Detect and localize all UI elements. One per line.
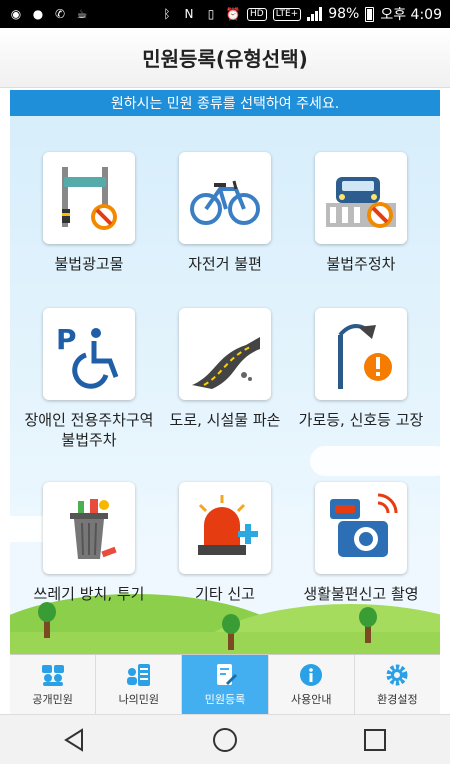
category-area: 불법광고물 자전거 불편 불법주정차 P 장애인 전용주차구역 불법주차 도로,… — [10, 116, 440, 654]
category-streetlight[interactable]: 가로등, 신호등 고장 — [294, 308, 428, 430]
vibrate-icon: ▯ — [207, 7, 215, 21]
tab-my-complaints[interactable]: 나의민원 — [96, 655, 183, 714]
category-trash[interactable]: 쓰레기 방치, 투기 — [22, 482, 156, 604]
tab-label: 나의민원 — [118, 692, 160, 706]
instruction-banner: 원하시는 민원 종류를 선택하여 주세요. — [10, 90, 440, 116]
public-complaint-icon — [41, 664, 64, 686]
category-label: 장애인 전용주차구역 불법주차 — [24, 411, 154, 449]
hd-badge: HD — [247, 7, 267, 21]
category-illegal-poster[interactable]: 불법광고물 — [22, 152, 156, 274]
tab-settings[interactable]: 환경설정 — [355, 655, 440, 714]
system-navigation-bar — [0, 714, 450, 764]
category-illegal-parking[interactable]: 불법주정차 — [294, 152, 428, 274]
tab-public-complaints[interactable]: 공개민원 — [10, 655, 97, 714]
battery-icon — [365, 6, 375, 22]
status-bar: ◉ ● ✆ ☕ ᛒ N ▯ ⏰ HD LTE+ 98% 오후 4:09 — [0, 0, 450, 28]
bottom-nav: 공개민원 나의민원 민원등록 사용안내 환경설정 — [10, 654, 440, 714]
category-label: 쓰레기 방치, 투기 — [33, 585, 145, 603]
siren-icon — [179, 482, 271, 574]
svg-text:P: P — [56, 323, 77, 356]
egg-icon: ● — [32, 7, 44, 21]
streetlight-icon — [315, 308, 407, 400]
battery-percent: 98% — [328, 6, 360, 22]
header: 민원등록(유형선택) — [0, 28, 450, 88]
info-icon — [300, 663, 323, 686]
disabled-parking-icon: P — [43, 308, 135, 400]
register-complaint-icon — [217, 663, 237, 685]
road-damage-icon — [179, 308, 271, 400]
category-label: 가로등, 신호등 고장 — [298, 411, 424, 429]
instruction-text: 원하시는 민원 종류를 선택하여 주세요. — [110, 96, 340, 112]
home-circle-icon — [213, 727, 237, 752]
category-road-damage[interactable]: 도로, 시설물 파손 — [158, 308, 292, 430]
tab-label: 민원등록 — [204, 692, 246, 706]
category-label: 불법광고물 — [54, 255, 124, 273]
notification-icon: ◉ — [10, 7, 22, 21]
nfc-icon: N — [184, 7, 194, 21]
category-label: 불법주정차 — [326, 255, 396, 273]
illegal-poster-icon — [43, 152, 135, 244]
tab-user-guide[interactable]: 사용안내 — [269, 655, 355, 714]
alarm-icon: ⏰ — [225, 7, 241, 21]
back-triangle-icon — [64, 727, 83, 752]
phone-icon: ✆ — [54, 7, 66, 21]
signal-icon — [307, 7, 323, 21]
home-button[interactable] — [205, 720, 245, 760]
category-photo-report[interactable]: 생활불편신고 촬영 — [294, 482, 428, 604]
category-label: 도로, 시설물 파손 — [169, 411, 281, 429]
clock: 오후 4:09 — [380, 7, 442, 23]
category-other-report[interactable]: 기타 신고 — [158, 482, 292, 604]
bicycle-icon — [179, 152, 271, 244]
tab-register-complaint[interactable]: 민원등록 — [182, 655, 269, 714]
tab-label: 환경설정 — [377, 692, 418, 706]
category-bicycle[interactable]: 자전거 불편 — [158, 152, 292, 274]
status-right-icons: ᛒ N ▯ ⏰ HD LTE+ 98% 오후 4:09 — [159, 4, 442, 24]
recent-square-icon — [364, 728, 386, 751]
my-complaint-icon — [126, 663, 150, 686]
cup-icon: ☕ — [76, 7, 88, 21]
category-disabled-parking[interactable]: P 장애인 전용주차구역 불법주차 — [22, 308, 156, 450]
camera-icon — [315, 482, 407, 574]
tab-label: 사용안내 — [290, 692, 332, 706]
trash-icon — [43, 482, 135, 574]
category-grid: 불법광고물 자전거 불편 불법주정차 P 장애인 전용주차구역 불법주차 도로,… — [10, 116, 440, 654]
category-label: 생활불편신고 촬영 — [303, 585, 419, 603]
recent-apps-button[interactable] — [355, 720, 395, 760]
lte-badge: LTE+ — [272, 7, 302, 21]
status-left-icons: ◉ ● ✆ ☕ — [8, 6, 90, 22]
bluetooth-icon: ᛒ — [163, 7, 171, 21]
illegal-parking-icon — [315, 152, 407, 244]
back-button[interactable] — [55, 720, 95, 760]
category-label: 기타 신고 — [195, 585, 255, 603]
gear-icon — [386, 664, 408, 685]
tab-label: 공개민원 — [32, 692, 73, 706]
category-label: 자전거 불편 — [188, 255, 262, 273]
page-title: 민원등록(유형선택) — [142, 47, 308, 71]
